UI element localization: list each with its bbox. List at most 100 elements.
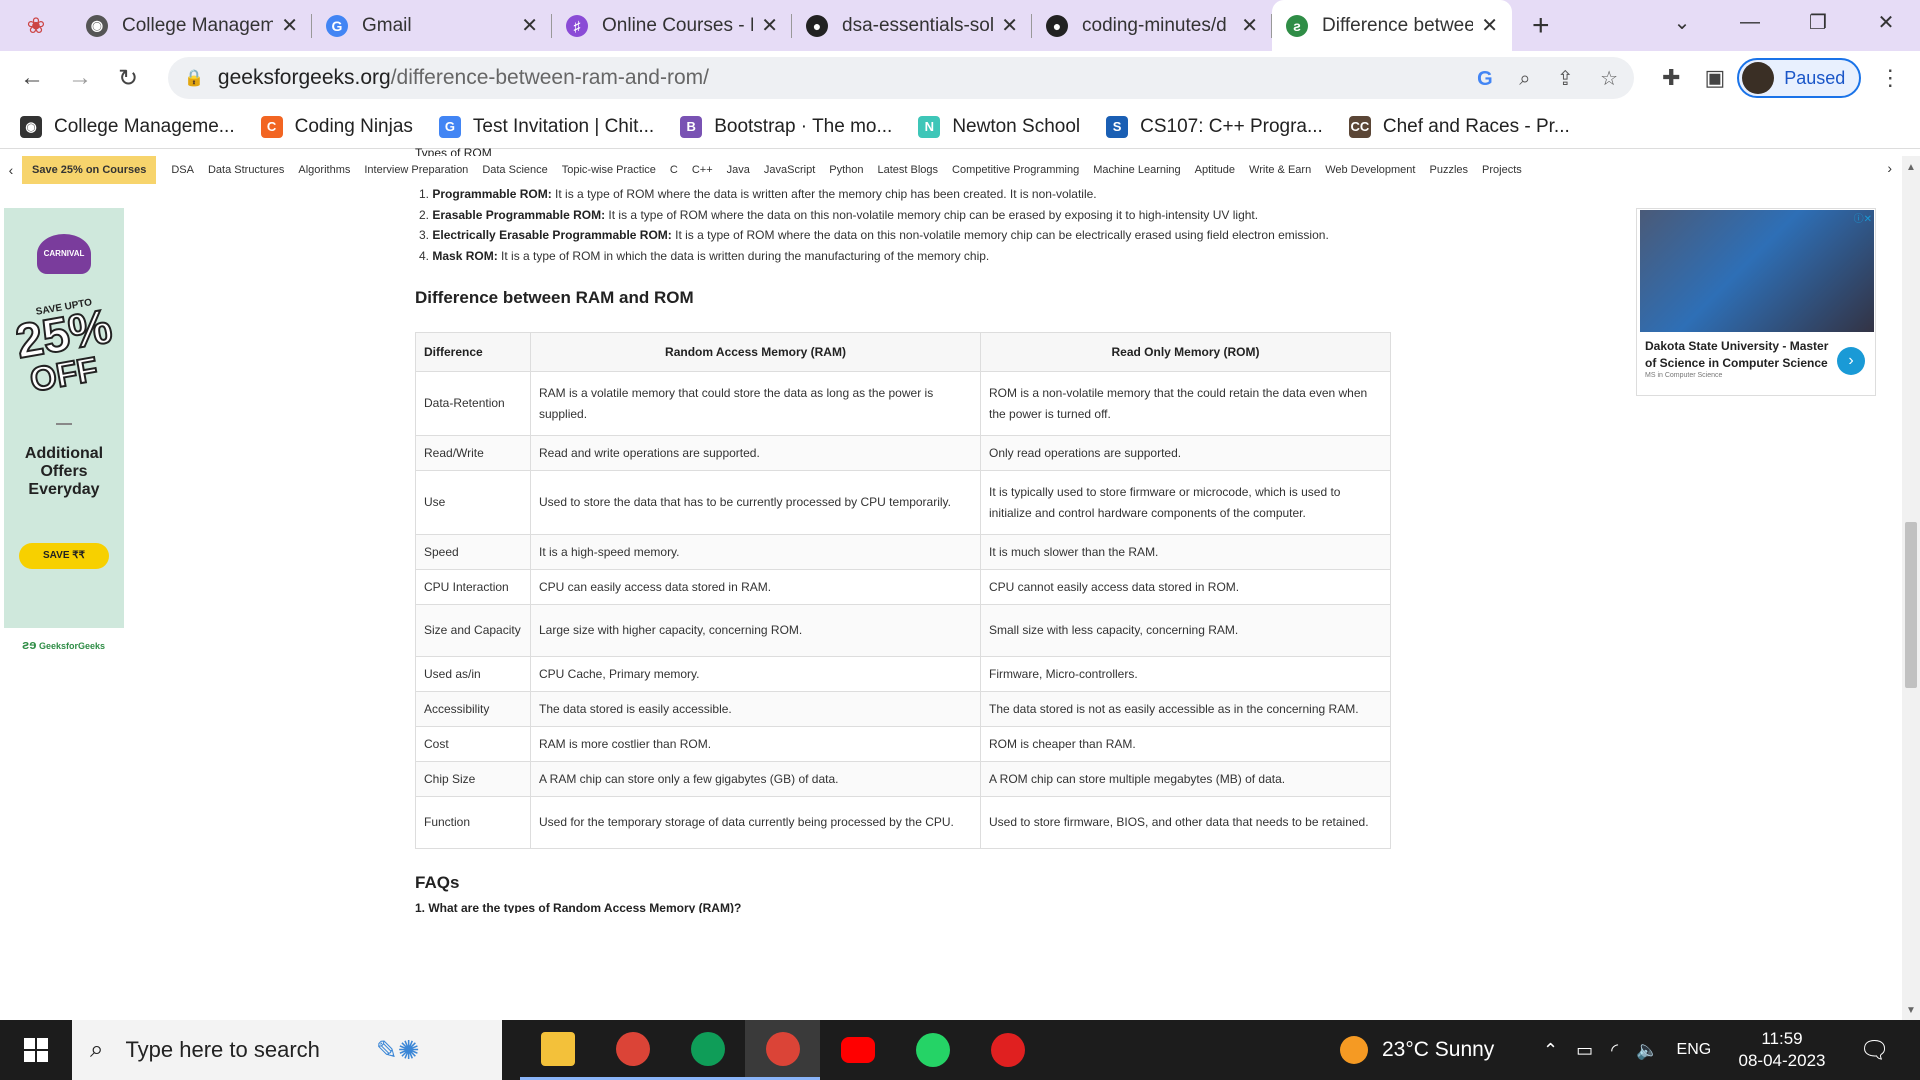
tab-title: coding-minutes/d [1082, 14, 1227, 36]
tab-favicon-icon: G [326, 14, 348, 37]
wifi-icon[interactable]: ◜ [1611, 1040, 1618, 1061]
scroll-up-icon[interactable]: ▲ [1902, 162, 1920, 173]
zoom-icon[interactable]: ⌕ [1519, 68, 1530, 90]
address-bar[interactable]: 🔒 geeksforgeeks.org/difference-between-r… [168, 57, 1634, 99]
bookmark-item[interactable]: G Test Invitation | Chit... [438, 115, 654, 138]
side-panel-icon[interactable]: ▣ [1704, 65, 1725, 91]
browser-tab[interactable]: ● coding-minutes/d ✕ [1032, 0, 1272, 51]
subnav-item[interactable]: Puzzles [1429, 164, 1468, 176]
faq-question[interactable]: 1. What are the types of Random Access M… [415, 901, 1415, 913]
tab-close-icon[interactable]: ✕ [281, 13, 298, 38]
browser-tab[interactable]: ƨ Difference betwee ✕ [1272, 0, 1512, 51]
bookmark-favicon-icon: CC [1348, 115, 1371, 138]
subnav-item[interactable]: Write & Earn [1249, 164, 1311, 176]
subnav-right-arrow-icon[interactable]: › [1887, 160, 1892, 176]
taskbar-app[interactable] [670, 1020, 745, 1080]
language-indicator[interactable]: ENG [1677, 1041, 1712, 1059]
scroll-thumb[interactable] [1905, 522, 1917, 688]
tab-close-icon[interactable]: ✕ [1001, 13, 1018, 38]
url-path: /difference-between-ram-and-rom/ [390, 66, 709, 89]
profile-button[interactable]: Paused [1737, 58, 1862, 98]
subnav-item[interactable]: Interview Preparation [364, 164, 468, 176]
bookmark-item[interactable]: ◉ College Manageme... [20, 115, 235, 138]
menu-kebab-icon[interactable]: ⋮ [1879, 65, 1901, 91]
weather-widget[interactable]: 23°C Sunny [1340, 1020, 1494, 1080]
minimize-icon[interactable]: — [1716, 11, 1784, 34]
browser-tab[interactable]: G Gmail ✕ [312, 0, 552, 51]
tab-strip: ❀ ◉ College Managem ✕ G Gmail ✕ ♯ Online Course… [0, 0, 1920, 51]
promo-link[interactable]: Save 25% on Courses [22, 156, 157, 184]
left-ad-banner[interactable]: CARNIVAL SAVE UPTO 25% OFF Additional Of… [4, 208, 124, 628]
taskbar-app[interactable] [820, 1020, 895, 1080]
subnav-item[interactable]: Projects [1482, 164, 1522, 176]
taskbar-app[interactable] [520, 1020, 595, 1080]
gfg-logo[interactable]: ƨɘ GeeksforGeeks [22, 637, 105, 652]
show-hidden-icons-icon[interactable]: ⌃ [1543, 1040, 1558, 1061]
volume-icon[interactable]: 🔈 [1636, 1040, 1658, 1061]
tab-close-icon[interactable]: ✕ [1241, 13, 1258, 38]
subnav-item[interactable]: Python [829, 164, 863, 176]
taskbar-app[interactable] [595, 1020, 670, 1080]
subnav-item[interactable]: DSA [171, 164, 194, 176]
subnav-item[interactable]: Web Development [1325, 164, 1415, 176]
restore-icon[interactable]: ❐ [1784, 10, 1852, 35]
right-ad-card[interactable]: Dakota State University - Master of Scie… [1636, 208, 1876, 396]
subnav-item[interactable]: JavaScript [764, 164, 815, 176]
subnav-item[interactable]: Java [727, 164, 750, 176]
list-item: 3. Electrically Erasable Programmable RO… [415, 225, 1415, 246]
browser-tab[interactable]: ◉ College Managem ✕ [72, 0, 312, 51]
bookmark-item[interactable]: S CS107: C++ Progra... [1106, 115, 1323, 138]
new-tab-button[interactable]: + [1532, 0, 1550, 51]
tab-list-chevron-icon[interactable]: ⌄ [1648, 10, 1716, 35]
subnav-item[interactable]: C [670, 164, 678, 176]
taskbar-app[interactable] [745, 1020, 820, 1080]
subnav-item[interactable]: Competitive Programming [952, 164, 1079, 176]
forward-icon[interactable]: → [56, 64, 104, 92]
extensions-puzzle-icon[interactable]: ✚ [1662, 65, 1680, 91]
battery-icon[interactable]: ▭ [1576, 1040, 1593, 1061]
start-button[interactable] [0, 1020, 72, 1080]
browser-tab[interactable]: ♯ Online Courses - L ✕ [552, 0, 792, 51]
subnav-item[interactable]: Algorithms [298, 164, 350, 176]
clock[interactable]: 11:59 08-04-2023 [1732, 1028, 1832, 1072]
tab-close-icon[interactable]: ✕ [521, 13, 538, 38]
tab-title: Difference betwee [1322, 14, 1474, 36]
url-text[interactable]: geeksforgeeks.org/difference-between-ram… [218, 66, 1455, 90]
subnav-item[interactable]: Data Structures [208, 164, 284, 176]
taskbar-app[interactable] [895, 1020, 970, 1080]
subnav-item[interactable]: Data Science [482, 164, 547, 176]
back-icon[interactable]: ← [8, 64, 56, 92]
page-scrollbar[interactable]: ▲ ▼ [1902, 156, 1920, 1020]
scroll-down-icon[interactable]: ▼ [1902, 1005, 1920, 1016]
tab-title: Online Courses - L [602, 14, 754, 36]
bookmark-item[interactable]: CC Chef and Races - Pr... [1348, 115, 1570, 138]
google-lens-icon[interactable]: G [1477, 68, 1493, 90]
subnav-item[interactable]: Aptitude [1195, 164, 1235, 176]
subnav-item[interactable]: Machine Learning [1093, 164, 1180, 176]
notifications-icon[interactable]: 🗨 [1860, 1036, 1890, 1065]
subnav-left-arrow-icon[interactable]: ‹ [0, 162, 22, 178]
bookmark-item[interactable]: N Newton School [918, 115, 1080, 138]
taskbar-search[interactable]: ⌕ Type here to search ✎✺ [72, 1020, 502, 1080]
tab-search-icon[interactable]: ❀ [0, 0, 72, 51]
lock-icon[interactable]: 🔒 [184, 68, 204, 88]
taskbar-app[interactable] [970, 1020, 1045, 1080]
bookmark-star-icon[interactable]: ☆ [1600, 68, 1618, 90]
search-highlight-icon: ✎✺ [375, 1034, 420, 1065]
tab-close-icon[interactable]: ✕ [761, 13, 778, 38]
chrome-tab-search-icon: ❀ [26, 12, 46, 38]
ad-choices-icon[interactable]: ⓘ✕ [1854, 210, 1872, 225]
subnav-item[interactable]: Latest Blogs [878, 164, 939, 176]
bookmark-item[interactable]: B Bootstrap · The mo... [680, 115, 892, 138]
reload-icon[interactable]: ↻ [104, 64, 152, 93]
ad-save-button[interactable]: SAVE ₹₹ [19, 543, 109, 569]
tab-close-icon[interactable]: ✕ [1481, 13, 1498, 38]
share-icon[interactable]: ⇪ [1557, 68, 1574, 90]
browser-tab[interactable]: ● dsa-essentials-sol ✕ [792, 0, 1032, 51]
bookmark-item[interactable]: C Coding Ninjas [260, 115, 413, 138]
subnav-item[interactable]: C++ [692, 164, 713, 176]
ad-chevron-right-icon[interactable]: › [1837, 347, 1865, 375]
table-cell: Accessibility [415, 691, 531, 727]
subnav-item[interactable]: Topic-wise Practice [562, 164, 656, 176]
close-window-icon[interactable]: ✕ [1852, 10, 1920, 35]
